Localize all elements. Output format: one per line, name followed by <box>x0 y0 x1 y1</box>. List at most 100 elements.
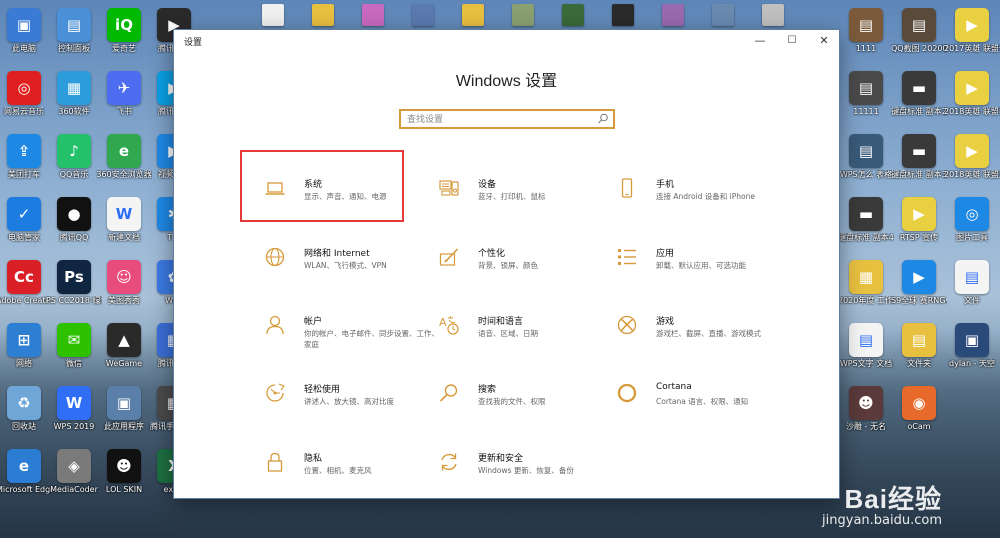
desktop-shortcut[interactable]: ▤ 文件 <box>944 260 1000 306</box>
desktop-shortcut[interactable]: ▶ 2017英雄 联盟全球总决赛 <box>944 8 1000 54</box>
tile-xbox[interactable]: 游戏 游戏栏、截屏、直播、游戏模式 <box>604 310 794 366</box>
title-bar[interactable]: 设置 — ☐ ✕ <box>174 30 839 52</box>
minimize-button[interactable]: — <box>745 30 775 52</box>
desktop-shortcut[interactable]: ✉ 微信 <box>46 323 102 369</box>
tile-description: 查找我的文件、权限 <box>478 397 546 406</box>
app-icon: ⇪ <box>7 134 41 168</box>
desktop-shortcut[interactable]: iQ 爱奇艺 <box>96 8 152 54</box>
desktop-shortcut[interactable]: ▤ 1111 <box>838 8 894 54</box>
desktop-file-icon[interactable] <box>412 4 434 26</box>
search-icon[interactable] <box>597 112 609 126</box>
desktop-shortcut[interactable]: ▦ 2020年度 工作计划 <box>838 260 894 306</box>
app-icon: iQ <box>107 8 141 42</box>
desktop-shortcut[interactable]: ☺ 美图秀秀 <box>96 260 152 306</box>
desktop-file-icon[interactable] <box>262 4 284 26</box>
desktop-shortcut[interactable]: ▲ WeGame <box>96 323 152 369</box>
desktop-shortcut[interactable]: W WPS 2019 <box>46 386 102 432</box>
tile-lock[interactable]: 隐私 位置、相机、麦克风 <box>252 447 442 503</box>
desktop-shortcut[interactable]: ▤ WPS怎么 表格 <box>838 134 894 180</box>
app-icon: ▶ <box>955 8 989 42</box>
desktop-file-icon[interactable] <box>562 4 584 26</box>
tile-update[interactable]: 更新和安全 Windows 更新、恢复、备份 <box>426 447 616 503</box>
close-button[interactable]: ✕ <box>809 30 839 52</box>
desktop-shortcut[interactable]: ▶ 2018英雄 联盟亚洲对抗赛 <box>944 134 1000 180</box>
desktop-shortcut[interactable]: ▣ 此应用程序 <box>96 386 152 432</box>
desktop-shortcut-label: LOL SKIN <box>105 485 143 494</box>
desktop-shortcut[interactable]: ▦ 360软件 <box>46 71 102 117</box>
desktop-shortcut[interactable]: ▶ S9全球 赛RNGvsSKT1 <box>891 260 947 306</box>
desktop-shortcut[interactable]: ◎ 图片工具 <box>944 197 1000 243</box>
desktop-shortcut[interactable]: ⇪ 美团打车 <box>0 134 52 180</box>
desktop-file-icon[interactable] <box>712 4 734 26</box>
desktop-shortcut[interactable]: ▶ 2018英雄 联盟季中冠军赛 <box>944 71 1000 117</box>
desktop-shortcut[interactable]: W 新建文档 <box>96 197 152 243</box>
desktop-shortcut[interactable]: ▣ 此电脑 <box>0 8 52 54</box>
desktop-shortcut[interactable]: e 360安全浏览器 <box>96 134 152 180</box>
tile-cortana[interactable]: Cortana Cortana 语言、权限、通知 <box>604 378 794 434</box>
desktop-file-icon[interactable] <box>462 4 484 26</box>
tile-globe[interactable]: 网络和 Internet WLAN、飞行模式、VPN <box>252 242 442 298</box>
desktop-shortcut[interactable]: e Microsoft Edge <box>0 449 52 495</box>
search-box[interactable] <box>399 109 615 129</box>
desktop-shortcut-label: 2020年度 工作计划 <box>838 296 894 305</box>
tile-title: 帐户 <box>304 317 323 327</box>
desktop-shortcut-label: Microsoft Edge <box>0 485 52 494</box>
desktop-shortcut[interactable]: ✓ 电脑管家 <box>0 197 52 243</box>
desktop-file-icon[interactable] <box>312 4 334 26</box>
search-input[interactable] <box>405 112 599 128</box>
tile-ease-of-access[interactable]: 轻松使用 讲述人、放大镜、高对比度 <box>252 378 442 434</box>
desktop-shortcut[interactable]: ▤ QQ截图 20200214... <box>891 8 947 54</box>
annotation-highlight-box <box>240 150 404 222</box>
desktop-shortcut[interactable]: ▶ RTSP 宣传 <box>891 197 947 243</box>
tile-search[interactable]: 搜索 查找我的文件、权限 <box>426 378 616 434</box>
tile-time-language[interactable]: A 时间和语言 语音、区域、日期 <box>426 310 616 366</box>
desktop-shortcut[interactable]: ▤ 11111 <box>838 71 894 117</box>
desktop-file-icon[interactable] <box>362 4 384 26</box>
desktop-shortcut-label: QQ音乐 <box>59 170 89 179</box>
desktop-shortcut[interactable]: ♪ QQ音乐 <box>46 134 102 180</box>
desktop-shortcut-label: 2018英雄 联盟季中冠军赛 <box>944 107 1000 116</box>
tile-person[interactable]: 帐户 你的帐户、电子邮件、同步设置、工作、家庭 <box>252 310 442 366</box>
desktop-shortcut[interactable]: ▬ 键盘标准 副本4 <box>838 197 894 243</box>
tile-title: 游戏 <box>656 317 675 327</box>
watermark-url: jingyan.baidu.com <box>822 513 942 528</box>
tile-keyboard[interactable]: 设备 蓝牙、打印机、鼠标 <box>426 173 616 229</box>
desktop-shortcut[interactable]: ▤ WPS文字 文档 <box>838 323 894 369</box>
tile-brush[interactable]: 个性化 背景、锁屏、颜色 <box>426 242 616 298</box>
tile-description: Cortana 语言、权限、通知 <box>656 397 749 406</box>
desktop-shortcut[interactable]: ♻ 回收站 <box>0 386 52 432</box>
desktop-file-icon[interactable] <box>512 4 534 26</box>
desktop-shortcut[interactable]: Cc Adobe Creati... <box>0 260 52 306</box>
tile-apps-list[interactable]: 应用 卸载、默认应用、可选功能 <box>604 242 794 298</box>
desktop-shortcut-label: 此应用程序 <box>104 422 144 431</box>
desktop-shortcut[interactable]: ▣ dylan - 天空 <box>944 323 1000 369</box>
desktop-shortcut-label: 美团打车 <box>8 170 40 179</box>
desktop-shortcut[interactable]: ◎ 网易云音乐 <box>0 71 52 117</box>
desktop-file-icon[interactable] <box>612 4 634 26</box>
desktop-shortcut[interactable]: ▤ 文件夹 <box>891 323 947 369</box>
desktop-shortcut[interactable]: ☻ 沙雕 - 无名 <box>838 386 894 432</box>
desktop-shortcut[interactable]: ▤ 控制面板 <box>46 8 102 54</box>
app-icon: ▲ <box>107 323 141 357</box>
desktop-shortcut-label: 新建文档 <box>108 233 140 242</box>
tile-title: 轻松使用 <box>304 385 341 395</box>
desktop-shortcut[interactable]: ⊞ 网络 <box>0 323 52 369</box>
desktop-shortcut[interactable]: ◉ oCam <box>891 386 947 432</box>
desktop-shortcut[interactable]: ▬ 键盘标准 副本3 <box>891 134 947 180</box>
desktop-file-icon[interactable] <box>662 4 684 26</box>
app-icon: ⊞ <box>7 323 41 357</box>
tile-phone[interactable]: 手机 连接 Android 设备和 iPhone <box>604 173 794 229</box>
desktop-shortcut[interactable]: ● 腾讯QQ <box>46 197 102 243</box>
app-icon: ▦ <box>57 71 91 105</box>
maximize-button[interactable]: ☐ <box>777 30 807 52</box>
app-icon: ▣ <box>7 8 41 42</box>
desktop-shortcut[interactable]: ☻ LOL SKIN <box>96 449 152 495</box>
tile-title: 设备 <box>478 180 497 190</box>
desktop-file-icon[interactable] <box>762 4 784 26</box>
desktop-shortcut[interactable]: ▬ 键盘标准 副本2 <box>891 71 947 117</box>
app-icon: ✓ <box>7 197 41 231</box>
desktop-shortcut[interactable]: Ps PS CC2018 绿色版 <box>46 260 102 306</box>
desktop-shortcut-label: 电脑管家 <box>8 233 40 242</box>
desktop-shortcut[interactable]: ✈ 飞书 <box>96 71 152 117</box>
desktop-shortcut[interactable]: ◈ MediaCoder <box>46 449 102 495</box>
